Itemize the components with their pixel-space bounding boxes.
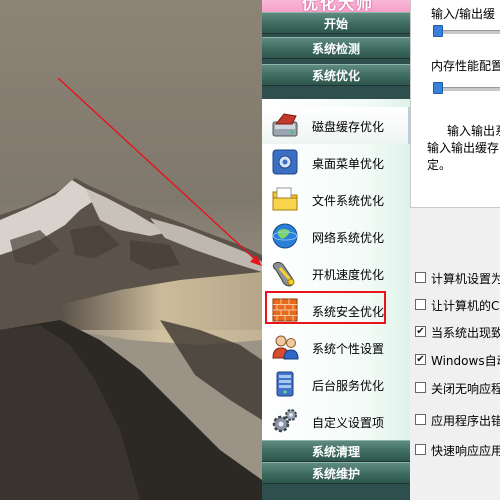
option-label: 当系统出现致 <box>431 326 500 340</box>
option-checkbox[interactable] <box>415 414 426 425</box>
sidebar-category-system-cleanup[interactable]: 系统清理 <box>262 440 410 462</box>
option-checkbox[interactable]: ✔ <box>415 354 426 365</box>
io-cache-slider-thumb[interactable] <box>433 25 443 37</box>
sidebar-item-label: 文件系统优化 <box>312 194 385 208</box>
gears-icon <box>270 406 300 436</box>
sidebar-category-system-maintenance[interactable]: 系统维护 <box>262 462 410 484</box>
memory-slider-thumb[interactable] <box>433 82 443 94</box>
sidebar-category-label: 系统检测 <box>311 42 360 56</box>
sidebar-item-label: 后台服务优化 <box>312 379 385 393</box>
sidebar-item-label: 网络系统优化 <box>312 231 385 245</box>
folder-icon <box>270 184 300 214</box>
description-line: 定。 <box>427 158 452 172</box>
description-line: 输入输出系 <box>447 124 500 138</box>
screen: 优化大师 开始 系统检测 系统优化 磁盘缓存优化 桌面菜单优化 文件系统优化 网… <box>0 0 500 500</box>
option-row-0[interactable]: 计算机设置为 <box>410 270 500 288</box>
option-label: Windows自动 <box>431 354 500 368</box>
sidebar-item-network[interactable]: 网络系统优化 <box>262 218 410 255</box>
io-cache-label: 输入/输出缓 <box>431 7 496 21</box>
sidebar-category-label: 开始 <box>323 17 348 31</box>
disk-cache-icon <box>270 110 300 140</box>
mountain-landscape-image <box>0 0 262 500</box>
sidebar-item-background-services[interactable]: 后台服务优化 <box>262 366 410 403</box>
sidebar-category-label: 系统优化 <box>311 69 360 83</box>
io-cache-slider-track[interactable] <box>433 30 500 34</box>
option-label: 让计算机的CI <box>431 299 500 313</box>
option-row-3[interactable]: ✔ Windows自动 <box>410 352 500 370</box>
app-title: 优化大师 <box>302 0 375 12</box>
sidebar-item-file-system[interactable]: 文件系统优化 <box>262 181 410 218</box>
sidebar-item-disk-cache[interactable]: 磁盘缓存优化 <box>262 107 410 144</box>
description-line: 输入输出缓存 <box>427 141 500 155</box>
sidebar-item-label: 自定义设置项 <box>312 416 385 430</box>
brick-wall-icon <box>270 295 300 325</box>
option-row-5[interactable]: 应用程序出错 <box>410 412 500 430</box>
app-window: 优化大师 开始 系统检测 系统优化 磁盘缓存优化 桌面菜单优化 文件系统优化 网… <box>262 0 500 500</box>
option-checkbox[interactable] <box>415 272 426 283</box>
sidebar-category-start[interactable]: 开始 <box>262 12 410 34</box>
globe-icon <box>270 221 300 251</box>
sidebar-item-custom-settings[interactable]: 自定义设置项 <box>262 403 410 440</box>
option-row-4[interactable]: 关闭无响应程 <box>410 380 500 398</box>
option-label: 计算机设置为 <box>431 272 500 286</box>
settings-panel: 输入/输出缓 内存性能配置 输入输出系 输入输出缓存 定。 <box>410 0 500 208</box>
sidebar-item-label: 开机速度优化 <box>312 268 385 282</box>
option-row-6[interactable]: 快速响应应用 <box>410 442 500 460</box>
memory-slider-track[interactable] <box>433 87 500 91</box>
sidebar-item-boot-speed[interactable]: 开机速度优化 <box>262 255 410 292</box>
users-icon <box>270 332 300 362</box>
option-checkbox[interactable] <box>415 382 426 393</box>
server-icon <box>270 369 300 399</box>
sidebar-item-label: 桌面菜单优化 <box>312 157 385 171</box>
optimization-submenu: 磁盘缓存优化 桌面菜单优化 文件系统优化 网络系统优化 开机速度优化 系统安全优… <box>262 99 410 447</box>
option-label: 关闭无响应程 <box>431 382 500 396</box>
plug-icon <box>270 258 300 288</box>
option-label: 快速响应应用 <box>431 444 500 458</box>
desktop-menu-icon <box>270 147 300 177</box>
sidebar-item-label: 系统安全优化 <box>312 305 385 319</box>
content-panel: 输入/输出缓 内存性能配置 输入输出系 输入输出缓存 定。 计算机设置为 <box>410 0 500 500</box>
option-row-1[interactable]: 让计算机的CI <box>410 297 500 315</box>
sidebar-category-system-detection[interactable]: 系统检测 <box>262 37 410 59</box>
option-checkbox[interactable] <box>415 444 426 455</box>
sidebar-item-security[interactable]: 系统安全优化 <box>262 292 410 329</box>
description-text: 输入输出系 输入输出缓存 定。 <box>427 123 500 174</box>
sidebar-category-system-optimization[interactable]: 系统优化 <box>262 64 410 86</box>
sidebar-item-label: 磁盘缓存优化 <box>312 120 385 134</box>
option-row-2[interactable]: ✔ 当系统出现致 <box>410 324 500 342</box>
sidebar-category-label: 系统清理 <box>311 445 360 459</box>
sidebar-item-personalization[interactable]: 系统个性设置 <box>262 329 410 366</box>
sidebar-item-desktop-menu[interactable]: 桌面菜单优化 <box>262 144 410 181</box>
option-checkbox[interactable] <box>415 299 426 310</box>
desktop-wallpaper <box>0 0 262 500</box>
memory-config-label: 内存性能配置 <box>431 59 500 73</box>
option-checkbox[interactable]: ✔ <box>415 326 426 337</box>
app-title-bar: 优化大师 <box>262 0 410 12</box>
sidebar-item-label: 系统个性设置 <box>312 342 385 356</box>
sidebar-category-label: 系统维护 <box>311 467 360 481</box>
sidebar: 开始 系统检测 系统优化 磁盘缓存优化 桌面菜单优化 文件系统优化 网络系统优化… <box>262 12 410 500</box>
option-label: 应用程序出错 <box>431 414 500 428</box>
